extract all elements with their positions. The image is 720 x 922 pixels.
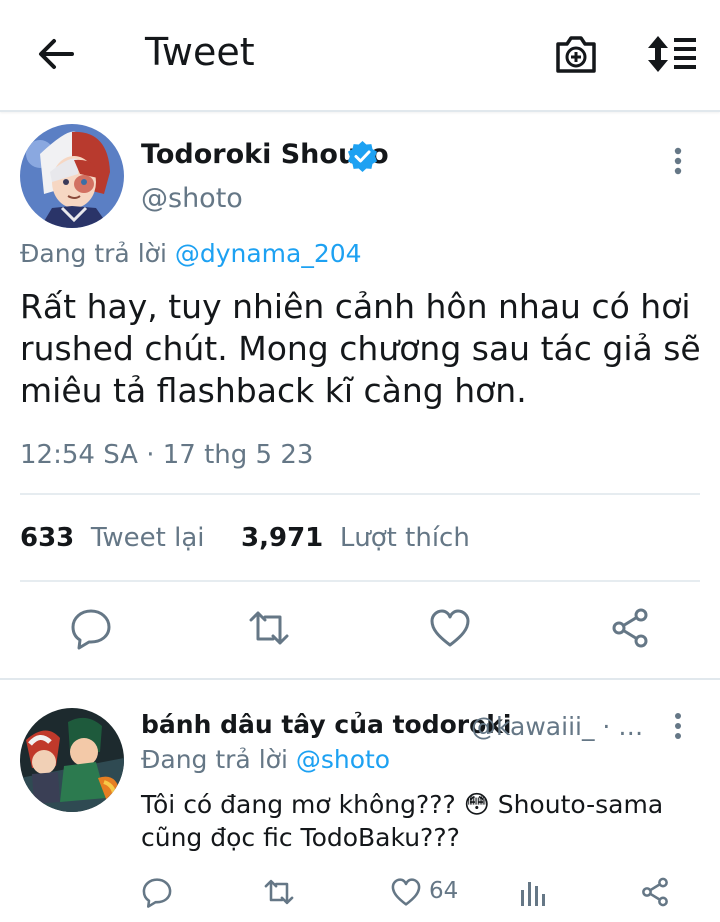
tweet-stats: 633 Tweet lại 3,971 Lượt thích bbox=[20, 523, 470, 553]
share-icon[interactable] bbox=[608, 606, 652, 650]
reply-context: Đang trả lời @dynama_204 bbox=[20, 239, 362, 268]
retweet-icon[interactable] bbox=[263, 876, 295, 908]
like-count: 3,971 bbox=[241, 523, 324, 553]
analytics-icon[interactable] bbox=[517, 876, 549, 908]
divider bbox=[20, 580, 700, 582]
reply-author-handle[interactable]: @kawaiii_ · … bbox=[471, 712, 643, 741]
author-handle[interactable]: @shoto bbox=[141, 183, 243, 214]
divider bbox=[20, 493, 700, 495]
reply-like-count: 64 bbox=[429, 878, 459, 904]
retweet-count: 633 bbox=[20, 523, 75, 553]
tweet-timestamp: 12:54 SA · 17 thg 5 23 bbox=[20, 440, 314, 470]
sort-icon[interactable] bbox=[646, 34, 698, 74]
camera-add-icon[interactable] bbox=[554, 33, 598, 75]
reply-context: Đang trả lời @shoto bbox=[141, 745, 390, 774]
like-icon[interactable] bbox=[390, 876, 422, 908]
reply-text-line: cũng đọc fic TodoBaku??? bbox=[141, 823, 460, 852]
reply-mention-link[interactable]: @shoto bbox=[296, 745, 390, 774]
reply-text-line: Tôi có đang mơ không??? 😳 Shouto-sama bbox=[141, 790, 664, 819]
tweet-text: Rất hay, tuy nhiên cảnh hôn nhau có hơi … bbox=[20, 287, 701, 410]
reply-prefix: Đang trả lời bbox=[141, 745, 288, 774]
reply-icon[interactable] bbox=[69, 606, 113, 650]
share-icon[interactable] bbox=[639, 876, 671, 908]
like-label: Lượt thích bbox=[339, 523, 470, 553]
reply-icon[interactable] bbox=[141, 876, 173, 908]
avatar[interactable] bbox=[20, 124, 124, 228]
retweet-icon[interactable] bbox=[247, 606, 291, 650]
verified-badge-icon bbox=[346, 140, 379, 173]
app-header: Tweet bbox=[0, 0, 720, 112]
retweet-label: Tweet lại bbox=[90, 523, 205, 553]
like-icon[interactable] bbox=[428, 606, 472, 650]
back-arrow-icon[interactable] bbox=[36, 34, 76, 74]
retweet-stat[interactable]: 633 Tweet lại bbox=[20, 523, 205, 553]
reply-mention-link[interactable]: @dynama_204 bbox=[175, 239, 362, 268]
reply-author-name[interactable]: bánh dâu tây của todoroki bbox=[141, 710, 511, 739]
more-vertical-icon[interactable] bbox=[662, 712, 694, 740]
avatar[interactable] bbox=[20, 708, 124, 812]
reply-prefix: Đang trả lời bbox=[20, 239, 167, 268]
page-title: Tweet bbox=[145, 30, 255, 74]
reply-text: Tôi có đang mơ không??? 😳 Shouto-sama cũ… bbox=[141, 788, 701, 854]
section-divider bbox=[0, 678, 720, 680]
more-vertical-icon[interactable] bbox=[662, 142, 694, 182]
like-stat[interactable]: 3,971 Lượt thích bbox=[241, 523, 470, 553]
